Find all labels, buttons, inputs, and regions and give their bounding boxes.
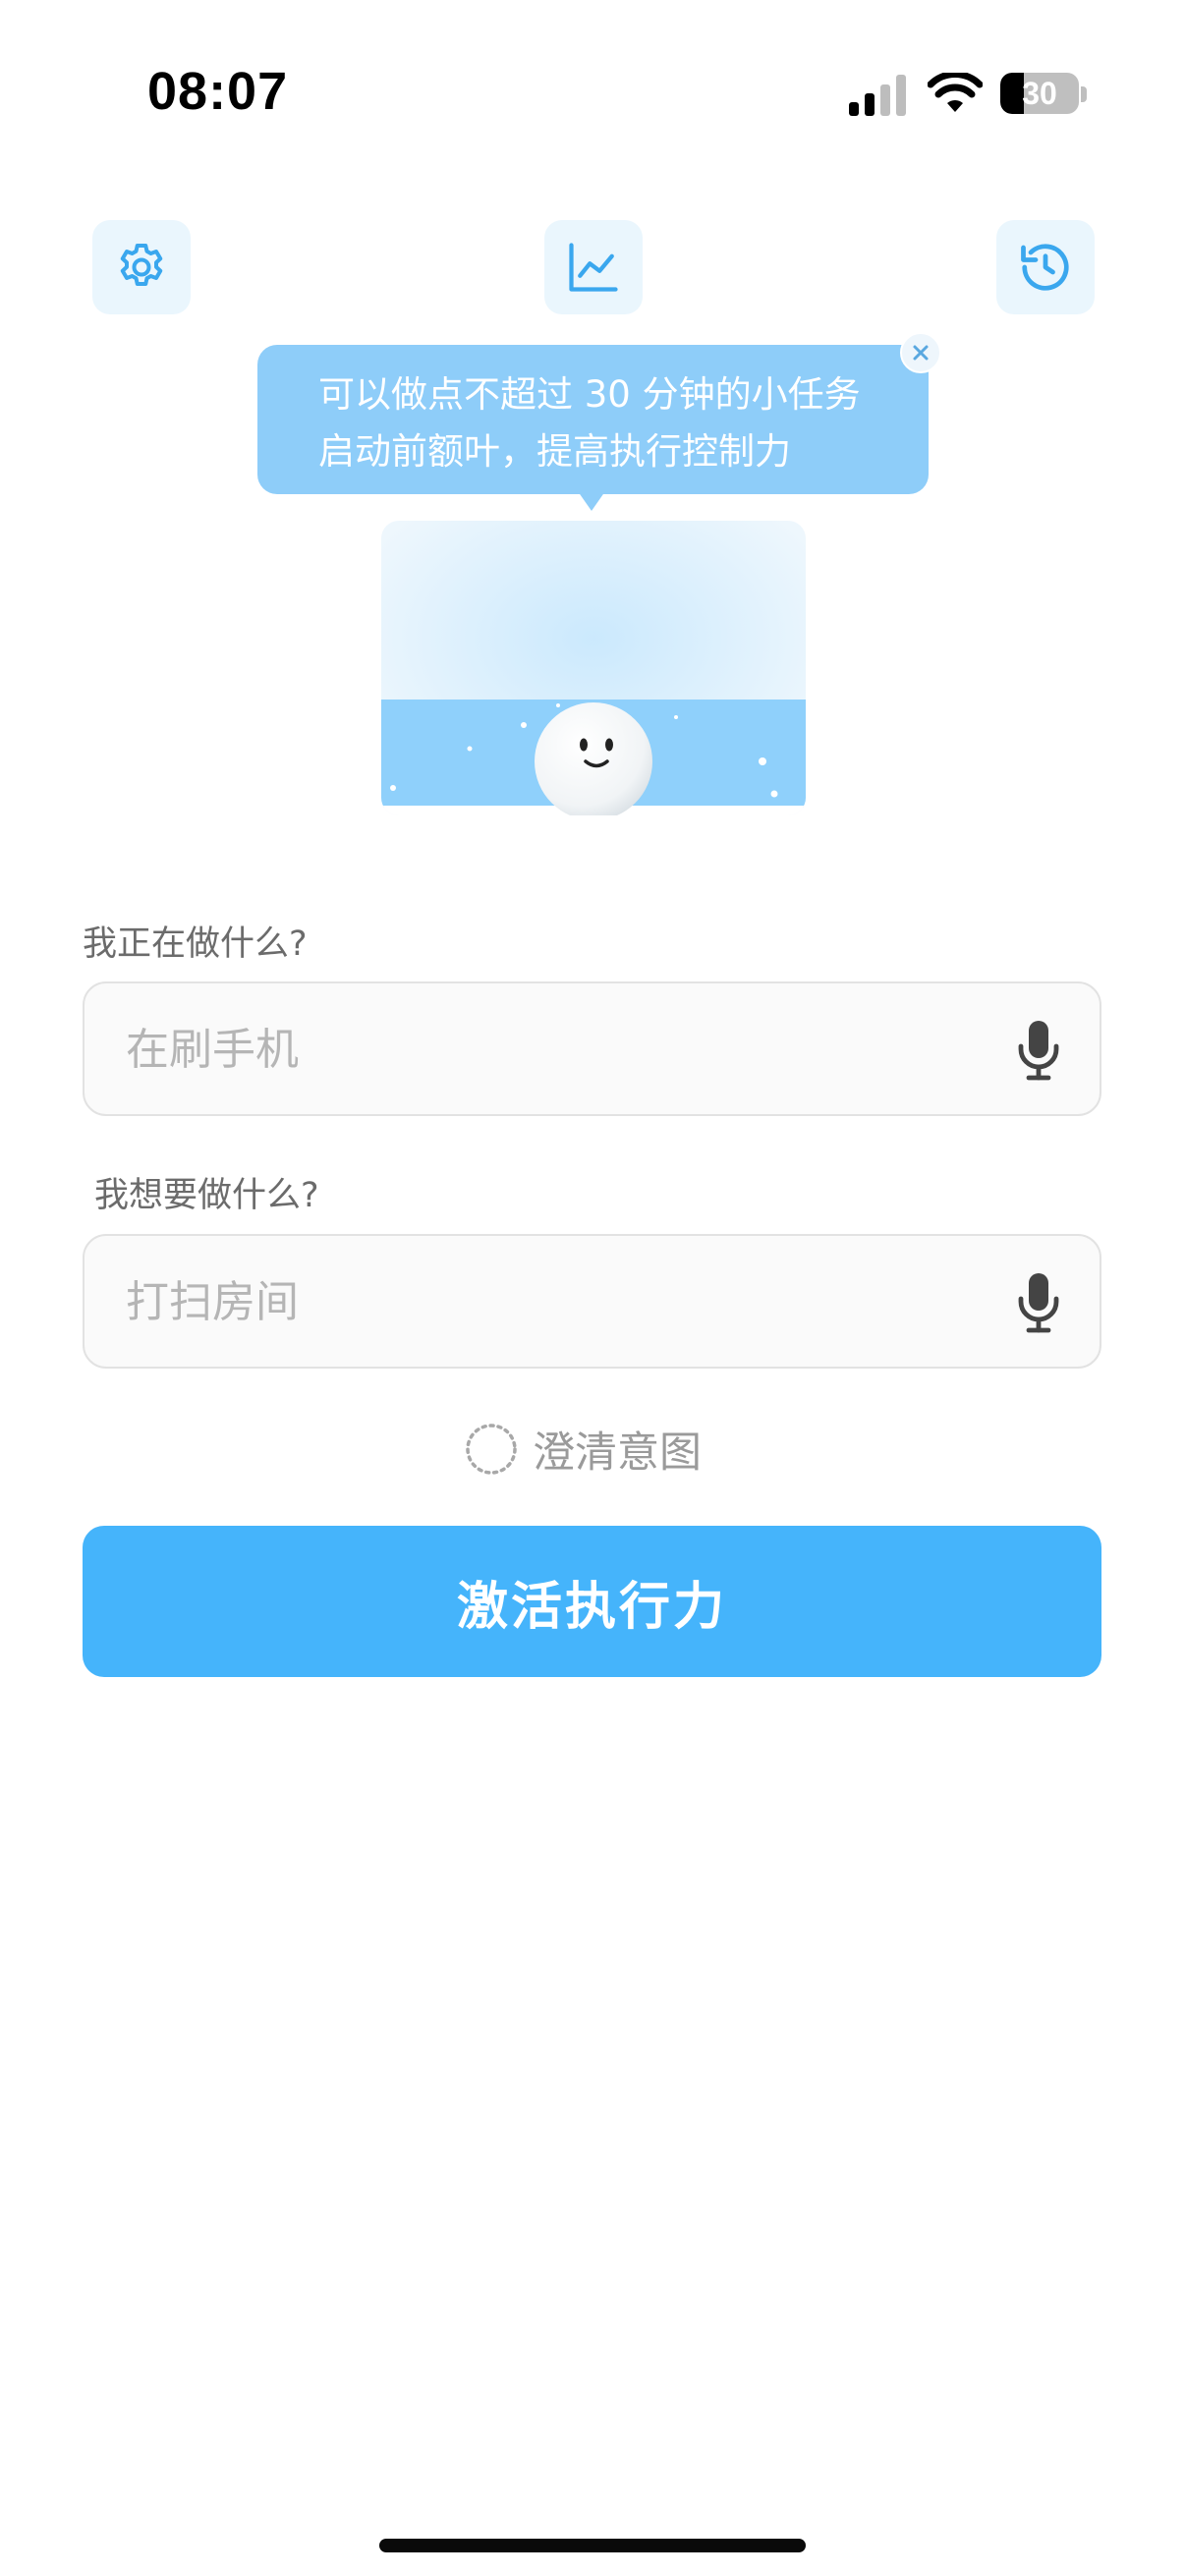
home-indicator[interactable] bbox=[379, 2539, 806, 2552]
history-clock-icon bbox=[1021, 244, 1069, 291]
clarify-intent-label: 澄清意图 bbox=[533, 1428, 702, 1478]
battery-percent: 30 bbox=[1022, 75, 1057, 111]
clarify-intent-toggle[interactable]: 澄清意图 bbox=[464, 1419, 702, 1480]
wifi-icon bbox=[928, 73, 983, 112]
status-time: 08:07 bbox=[147, 62, 289, 121]
current-activity-input[interactable] bbox=[124, 983, 992, 1116]
current-activity-field bbox=[83, 981, 1101, 1116]
goal-field bbox=[83, 1234, 1101, 1369]
battery-tip bbox=[1081, 86, 1087, 102]
tip-line-1: 可以做点不超过 30 分钟的小任务 bbox=[318, 373, 861, 416]
goal-input[interactable] bbox=[124, 1236, 992, 1369]
cellular-signal-icon bbox=[849, 75, 906, 116]
tip-bubble: 可以做点不超过 30 分钟的小任务 启动前额叶，提高执行控制力 bbox=[257, 345, 929, 494]
dashed-circle-icon bbox=[466, 1424, 517, 1475]
current-activity-label: 我正在做什么? bbox=[83, 924, 308, 964]
microphone-icon[interactable] bbox=[1017, 1019, 1060, 1082]
goal-label: 我想要做什么? bbox=[94, 1176, 319, 1215]
close-icon bbox=[913, 345, 929, 361]
gear-icon bbox=[120, 244, 163, 286]
settings-button[interactable] bbox=[92, 220, 191, 314]
tip-close-button[interactable] bbox=[900, 332, 941, 373]
tip-bubble-tail bbox=[578, 491, 605, 511]
snowball-illustration bbox=[381, 521, 806, 815]
battery-indicator: 30 bbox=[1000, 73, 1079, 114]
line-chart-icon bbox=[569, 243, 618, 292]
tip-line-2: 启动前额叶，提高执行控制力 bbox=[318, 430, 791, 473]
history-button[interactable] bbox=[996, 220, 1095, 314]
statistics-button[interactable] bbox=[544, 220, 643, 314]
microphone-icon[interactable] bbox=[1017, 1271, 1060, 1334]
activate-button[interactable]: 激活执行力 bbox=[83, 1526, 1101, 1677]
